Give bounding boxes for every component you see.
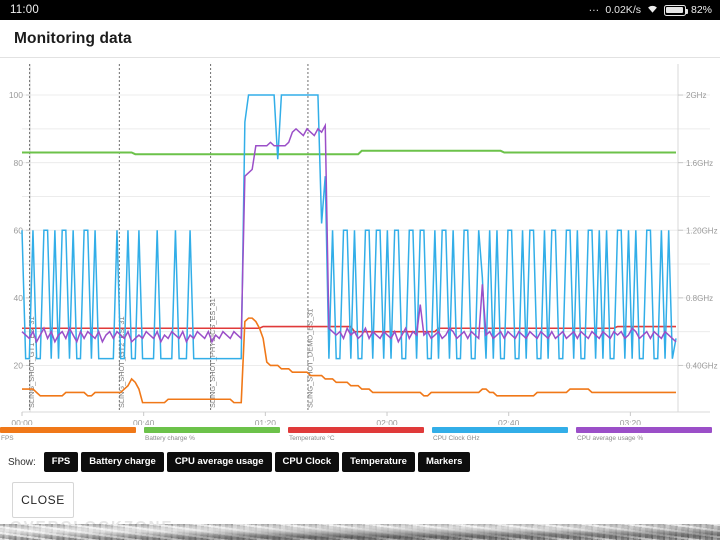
wifi-icon (646, 3, 659, 17)
svg-text:20: 20 (14, 361, 24, 371)
monitoring-chart[interactable]: 20 40 60 80 100 0.40GHz 0.8GHz 1.20GHz 1.6GHz 2GH… (0, 58, 720, 425)
toggle-cpu-average-usage-button[interactable]: CPU average usage (166, 452, 272, 472)
show-label: Show: (8, 456, 36, 468)
battery-icon (663, 4, 688, 16)
svg-text:SLING_SHOT_GT1_ES_31: SLING_SHOT_GT1_ES_31 (27, 316, 36, 408)
legend-item-fps: FPS (0, 427, 144, 447)
legend-swatch-cpu-usage (576, 427, 712, 433)
svg-text:1.6GHz: 1.6GHz (686, 159, 713, 168)
legend-label-cpu-usage: CPU average usage % (577, 435, 644, 442)
svg-text:02:00: 02:00 (376, 418, 398, 425)
battery-percent-text: 82% (690, 4, 712, 16)
bottom-texture-strip (0, 524, 720, 540)
legend-label-temperature: Temperature °C (289, 435, 335, 442)
svg-text:02:40: 02:40 (498, 418, 520, 425)
svg-text:80: 80 (14, 158, 24, 168)
legend-item-battery: Battery charge % (144, 427, 288, 447)
svg-text:01:20: 01:20 (255, 418, 277, 425)
network-speed-text: 0.02K/s (605, 4, 641, 16)
svg-text:0.40GHz: 0.40GHz (686, 362, 718, 371)
legend-item-cpu-usage: CPU average usage % (576, 427, 720, 447)
close-button[interactable]: CLOSE (12, 482, 74, 518)
svg-text:0.8GHz: 0.8GHz (686, 294, 713, 303)
legend-swatch-battery (144, 427, 280, 433)
toggle-temperature-button[interactable]: Temperature (342, 452, 415, 472)
toggle-cpu-clock-button[interactable]: CPU Clock (274, 452, 340, 472)
overflow-dots-icon: … (588, 2, 601, 14)
legend-item-cpu-clock: CPU Clock GHz (432, 427, 576, 447)
svg-text:1.20GHz: 1.20GHz (686, 226, 718, 235)
legend-item-temperature: Temperature °C (288, 427, 432, 447)
svg-text:00:40: 00:40 (133, 418, 155, 425)
toggle-fps-button[interactable]: FPS (43, 452, 79, 472)
svg-text:SLING_SHOT_PHYSICS_ES_31: SLING_SHOT_PHYSICS_ES_31 (208, 298, 217, 408)
svg-text:40: 40 (14, 293, 24, 303)
legend-swatch-cpu-clock (432, 427, 568, 433)
legend-swatch-temperature (288, 427, 424, 433)
svg-text:2GHz: 2GHz (686, 91, 706, 100)
svg-text:100: 100 (9, 90, 23, 100)
legend-label-cpu-clock: CPU Clock GHz (433, 435, 480, 442)
svg-text:03:20: 03:20 (620, 418, 642, 425)
page-title: Monitoring data (14, 30, 132, 47)
toggle-markers-button[interactable]: Markers (417, 452, 471, 472)
legend-label-battery: Battery charge % (145, 435, 195, 442)
close-button-wrap: CLOSE (12, 482, 74, 518)
legend-label-fps: FPS (1, 435, 14, 442)
chart-canvas: 204060801000.40GHz0.8GHz1.20GHz1.6GHz2GH… (9, 64, 718, 425)
series-toggle-row: Show: FPS Battery charge CPU average usa… (0, 449, 720, 475)
svg-text:SLING_SHOT_DEMO_ES_31: SLING_SHOT_DEMO_ES_31 (305, 309, 314, 408)
chart-legend: FPS Battery charge % Temperature °C CPU … (0, 427, 720, 447)
status-indicators: … 0.02K/s 82% (588, 2, 712, 17)
status-clock: 11:00 (10, 4, 39, 16)
dialog-header: Monitoring data (0, 20, 720, 58)
status-bar: 11:00 … 0.02K/s 82% (0, 0, 720, 20)
svg-text:00:00: 00:00 (11, 418, 33, 425)
legend-swatch-fps (0, 427, 136, 433)
toggle-battery-charge-button[interactable]: Battery charge (81, 452, 164, 472)
app-screen: 11:00 … 0.02K/s 82% Monitoring data 20 40… (0, 0, 720, 540)
